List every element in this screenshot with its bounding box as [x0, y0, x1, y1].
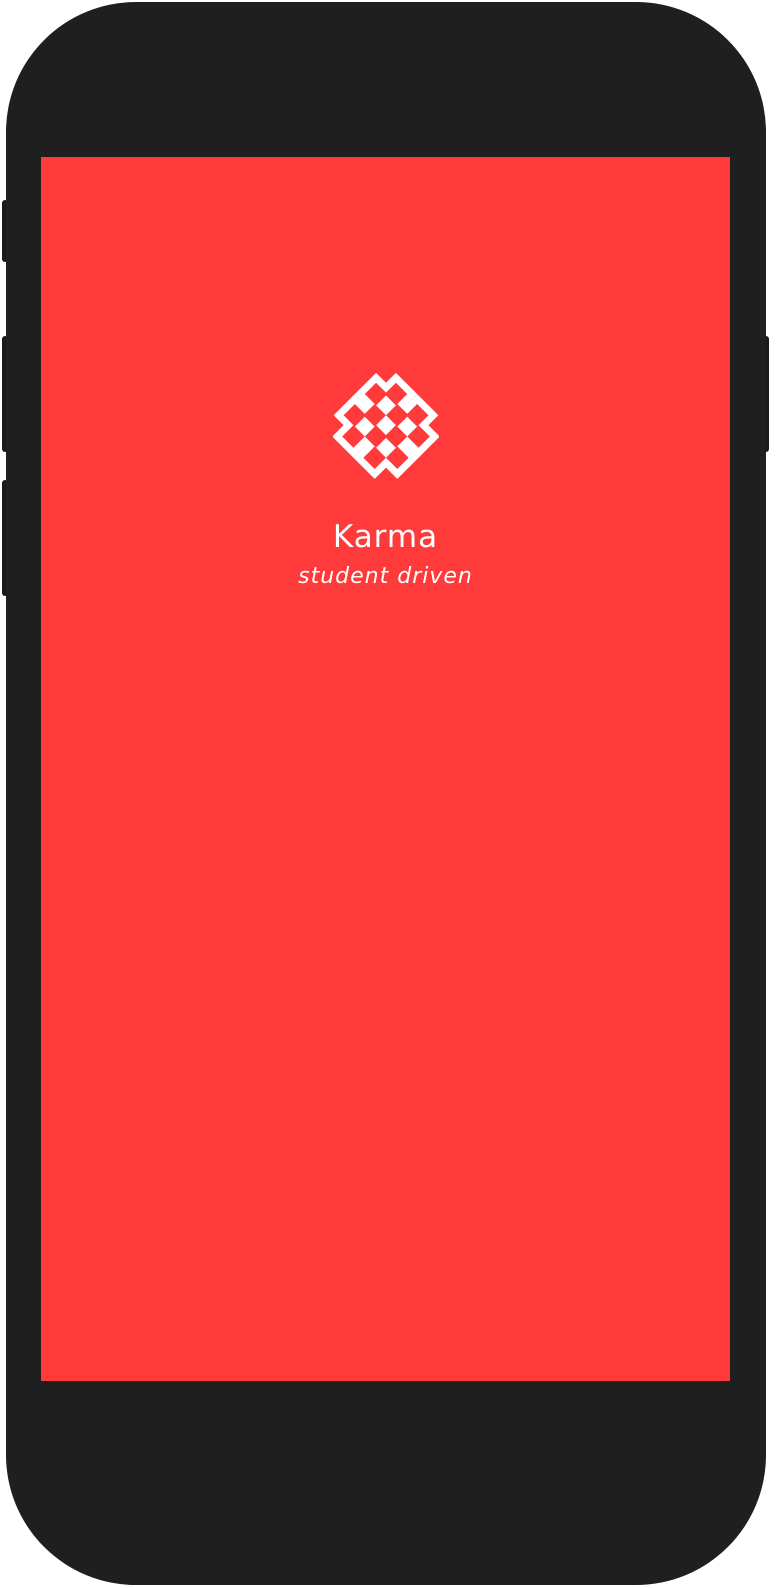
device-mockup: Karma student driven — [0, 0, 780, 1588]
endless-knot-icon — [333, 372, 439, 479]
splash-screen: Karma student driven — [41, 157, 730, 1381]
app-tagline: student driven — [298, 564, 473, 589]
app-name: Karma — [332, 519, 439, 555]
